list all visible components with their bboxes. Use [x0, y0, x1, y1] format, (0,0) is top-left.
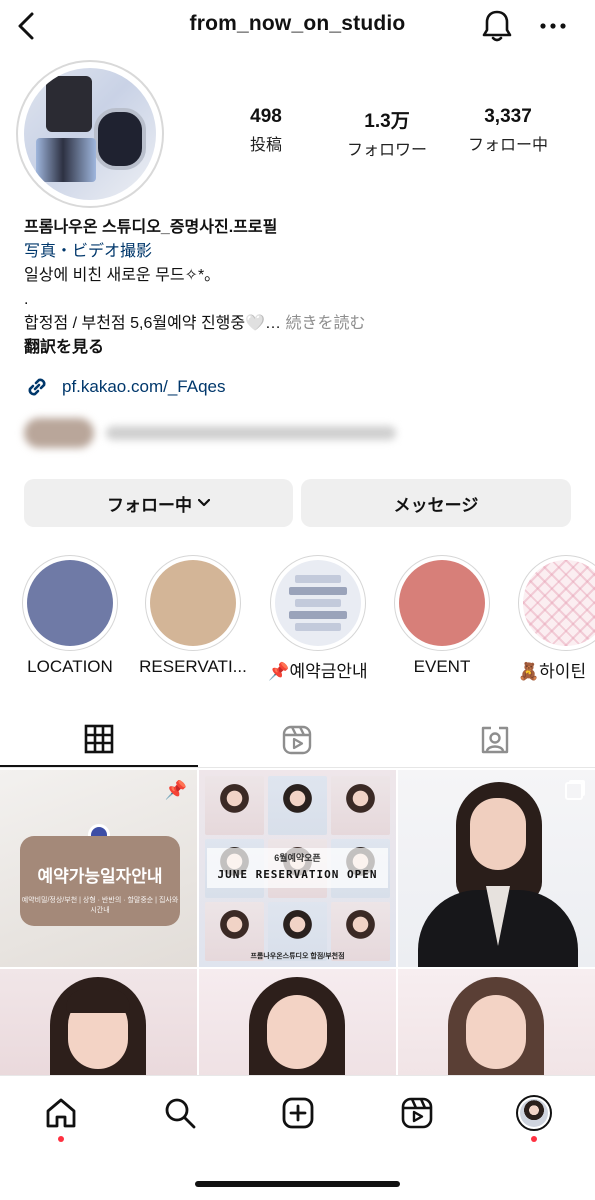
- reels-icon: [282, 725, 312, 754]
- search-icon: [165, 1098, 196, 1129]
- highlight-cover: [150, 560, 236, 646]
- translate-link[interactable]: 翻訳を見る: [24, 336, 574, 360]
- highlight-ring: [270, 555, 366, 651]
- mutual-followers-blurred[interactable]: [24, 416, 404, 450]
- plus-square-icon: [282, 1097, 314, 1129]
- notifications-button[interactable]: [478, 7, 516, 45]
- bio-line-truncated: 합정점 / 부천점 5,6월예약 진행중🤍… 続きを読む: [24, 312, 574, 336]
- profile-category[interactable]: 写真・ビデオ撮影: [24, 240, 574, 264]
- stat-posts-count: 498: [250, 106, 282, 127]
- post-footer-text: 프롬나우온스튜디오 합점/부천점: [250, 953, 345, 960]
- stat-followers[interactable]: 1.3万 フォロワー: [337, 106, 437, 160]
- pinned-icon: 📌: [164, 780, 187, 800]
- bell-icon: [482, 10, 512, 42]
- highlight-label: 🧸하이틴: [518, 662, 587, 681]
- stat-followers-count: 1.3万: [364, 111, 410, 132]
- highlight-ring: [22, 555, 118, 651]
- highlight-deposit-info[interactable]: 📌예약금안내: [268, 555, 368, 682]
- nav-search[interactable]: [150, 1090, 210, 1136]
- stat-posts-label: 投稿: [249, 137, 282, 154]
- highlight-ring: [518, 555, 595, 651]
- profile-link[interactable]: pf.kakao.com/_FAqes: [24, 374, 225, 400]
- post-thumbnail[interactable]: 6월예약오픈 JUNE RESERVATION OPEN 프롬나우온스튜디오 합…: [199, 770, 396, 967]
- highlight-cover: [275, 560, 361, 646]
- post-thumbnail[interactable]: [0, 969, 197, 1075]
- stat-following-count: 3,337: [484, 106, 532, 127]
- more-options-button[interactable]: [534, 7, 572, 45]
- post-thumbnail[interactable]: [199, 969, 396, 1075]
- tagged-person-icon: [481, 726, 509, 753]
- message-button[interactable]: メッセージ: [301, 479, 571, 527]
- grid-icon: [84, 724, 114, 753]
- highlight-cover: [399, 560, 485, 646]
- home-indicator[interactable]: [195, 1181, 400, 1187]
- carousel-icon: [565, 782, 583, 800]
- mutual-text: [106, 426, 396, 440]
- profile-avatar-icon: [516, 1095, 552, 1131]
- bio-line: .: [24, 291, 29, 308]
- nav-profile[interactable]: [504, 1090, 564, 1136]
- highlight-location[interactable]: LOCATION: [22, 555, 118, 677]
- posts-grid: 예약가능일자안내 예약비밀/정상/부천 | 상형 · 반반의 · 할말중순 | …: [0, 770, 595, 1075]
- stat-following-label: フォロー中: [467, 137, 548, 154]
- highlight-ring: [394, 555, 490, 651]
- highlight-cover: [27, 560, 113, 646]
- profile-bio: 프롬나우온 스튜디오_증명사진.프로필 写真・ビデオ撮影 일상에 비친 새로운 …: [24, 216, 574, 360]
- highlight-label: EVENT: [413, 657, 471, 676]
- highlight-event[interactable]: EVENT: [394, 555, 490, 677]
- home-notification-dot: [58, 1136, 64, 1142]
- highlight-label: LOCATION: [27, 657, 113, 676]
- avatar-photo-strip: [36, 138, 96, 182]
- stat-following[interactable]: 3,337 フォロー中: [458, 106, 558, 155]
- link-icon: [28, 378, 46, 396]
- highlight-label: RESERVATI...: [139, 657, 247, 676]
- stat-followers-label: フォロワー: [346, 142, 427, 159]
- post-overlay: 6월예약오픈 JUNE RESERVATION OPEN: [207, 848, 388, 888]
- highlight-cover: [523, 560, 595, 646]
- profile-tabs: [0, 712, 595, 768]
- tab-posts-grid[interactable]: [0, 712, 198, 767]
- nav-create[interactable]: [268, 1090, 328, 1136]
- reels-icon: [401, 1097, 433, 1129]
- post-thumbnail[interactable]: [398, 770, 595, 967]
- nav-reels[interactable]: [387, 1090, 447, 1136]
- following-button-label: フォロー中: [107, 495, 192, 515]
- stat-posts[interactable]: 498 投稿: [216, 106, 316, 155]
- nav-home[interactable]: [31, 1090, 91, 1136]
- more-horizontal-icon: [540, 23, 566, 29]
- post-overlay-small: 6월예약오픈: [274, 853, 321, 863]
- post-overlay-title: JUNE RESERVATION OPEN: [217, 868, 378, 881]
- chevron-down-icon: [198, 499, 210, 507]
- back-button[interactable]: [8, 8, 44, 44]
- avatar-photo-frame: [94, 108, 146, 170]
- profile-avatar[interactable]: [16, 60, 164, 208]
- profile-notification-dot: [531, 1136, 537, 1142]
- following-button[interactable]: フォロー中: [24, 479, 293, 527]
- highlight-reservation[interactable]: RESERVATI...: [139, 555, 247, 677]
- post-thumbnail[interactable]: [398, 969, 595, 1075]
- tab-reels[interactable]: [198, 712, 396, 767]
- chevron-left-icon: [18, 12, 34, 40]
- home-icon: [46, 1098, 76, 1128]
- message-button-label: メッセージ: [393, 495, 479, 515]
- highlight-label: 📌예약금안내: [268, 662, 368, 681]
- highlight-ring: [145, 555, 241, 651]
- post-card-subtitle: 예약비밀/정상/부천 | 상형 · 반반의 · 할말중순 | 집사와 시간내: [21, 897, 179, 914]
- highlight-highteen[interactable]: 🧸하이틴: [518, 555, 595, 682]
- bio-text: 합정점 / 부천점 5,6월예약 진행중🤍…: [24, 315, 282, 332]
- link-text: pf.kakao.com/_FAqes: [62, 377, 226, 396]
- mutual-avatars: [24, 418, 94, 448]
- post-card: 예약가능일자안내 예약비밀/정상/부천 | 상형 · 반반의 · 할말중순 | …: [20, 836, 180, 926]
- tab-tagged[interactable]: [396, 712, 594, 767]
- bio-line: 일상에 비친 새로운 무드✧*。: [24, 267, 221, 284]
- avatar-image: [24, 68, 156, 200]
- post-card-title: 예약가능일자안내: [37, 867, 163, 886]
- avatar-photo: [46, 76, 92, 132]
- post-thumbnail[interactable]: 예약가능일자안내 예약비밀/정상/부천 | 상형 · 반반의 · 할말중순 | …: [0, 770, 197, 967]
- top-bar: from_now_on_studio: [0, 0, 595, 52]
- display-name: 프롬나우온 스튜디오_증명사진.프로필: [24, 219, 278, 236]
- read-more-link[interactable]: 続きを読む: [285, 315, 365, 332]
